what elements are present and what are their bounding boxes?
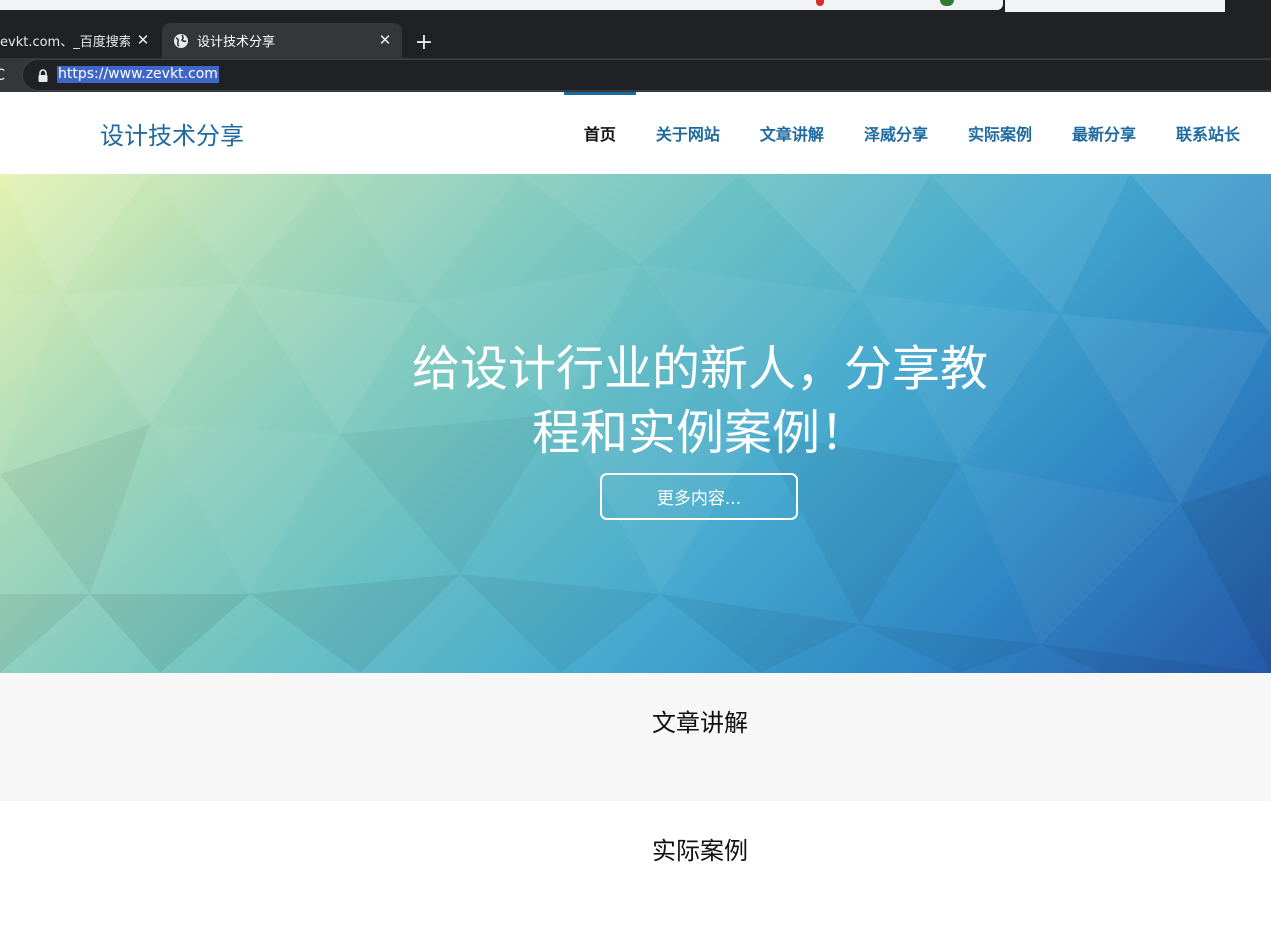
- reload-icon[interactable]: C: [0, 65, 10, 85]
- section-title-cases: 实际案例: [652, 837, 748, 865]
- main-nav: 首页 关于网站 文章讲解 泽威分享 实际案例 最新分享 联系站长: [563, 92, 1271, 174]
- nav-item-articles[interactable]: 文章讲解: [740, 92, 844, 174]
- tab-title: 设计技术分享: [197, 35, 276, 50]
- nav-item-about[interactable]: 关于网站: [636, 92, 740, 174]
- background-window-edge-right: [1005, 0, 1225, 12]
- cases-section: 实际案例: [0, 801, 1271, 928]
- hero-banner: 给设计行业的新人，分享教 程和实例案例！ 更多内容...: [0, 174, 1271, 673]
- articles-section: 文章讲解: [0, 673, 1271, 801]
- hero-title-line-2: 程和实例案例！: [531, 405, 868, 461]
- hero-title: 给设计行业的新人，分享教 程和实例案例！: [380, 337, 1020, 465]
- nav-item-zewei-share[interactable]: 泽威分享: [844, 92, 948, 174]
- globe-icon: [173, 33, 189, 49]
- nav-item-latest[interactable]: 最新分享: [1052, 92, 1156, 174]
- window-top-strip: [0, 0, 1271, 14]
- browser-tab-active[interactable]: 设计技术分享 ✕: [162, 23, 402, 58]
- browser-toolbar: C https://www.zevkt.com: [0, 58, 1271, 92]
- browser-tab-bar: evkt.com、_百度搜索 ✕ 设计技术分享 ✕ +: [0, 14, 1271, 58]
- site-header: 设计技术分享 首页 关于网站 文章讲解 泽威分享 实际案例 最新分享 联系站长: [0, 92, 1271, 174]
- new-tab-button[interactable]: +: [410, 28, 438, 56]
- close-icon[interactable]: ✕: [376, 31, 394, 49]
- lock-icon[interactable]: [37, 68, 49, 82]
- tab-title: evkt.com、_百度搜索: [0, 35, 130, 50]
- browser-tab-inactive[interactable]: evkt.com、_百度搜索 ✕: [0, 23, 160, 58]
- address-bar[interactable]: https://www.zevkt.com: [22, 59, 1271, 91]
- close-icon[interactable]: ✕: [134, 31, 152, 49]
- site-logo[interactable]: 设计技术分享: [100, 116, 244, 151]
- plus-icon: +: [414, 29, 434, 55]
- url-text[interactable]: https://www.zevkt.com: [57, 66, 219, 83]
- nav-item-cases[interactable]: 实际案例: [948, 92, 1052, 174]
- nav-item-contact[interactable]: 联系站长: [1156, 92, 1271, 174]
- hero-title-line-1: 给设计行业的新人，分享教: [411, 341, 988, 397]
- section-title-articles: 文章讲解: [652, 709, 748, 737]
- nav-item-home[interactable]: 首页: [563, 92, 636, 174]
- more-content-button[interactable]: 更多内容...: [600, 473, 798, 520]
- background-window-edge: [0, 0, 1003, 10]
